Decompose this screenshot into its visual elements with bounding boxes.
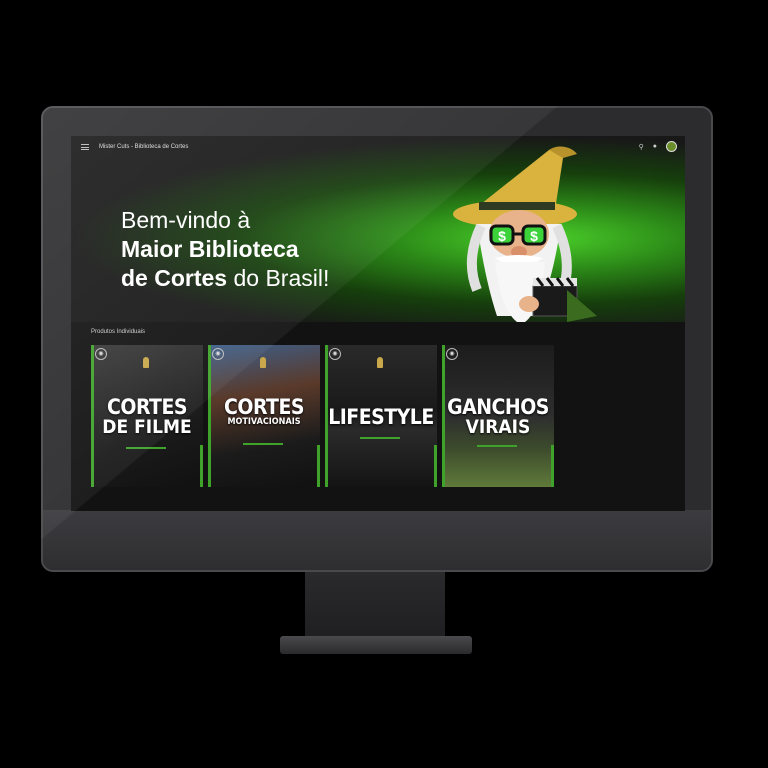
wizard-mini-icon	[143, 357, 149, 368]
wizard-mini-icon	[377, 357, 383, 368]
hero-banner: $ $ Bem-vindo à Maior Biblioteca de Cort…	[71, 136, 685, 322]
app-title: Mister Cuts - Biblioteca de Cortes	[99, 144, 189, 150]
hero-line-1: Bem-vindo à	[121, 207, 251, 233]
hero-line-3-rest: do Brasil!	[227, 265, 330, 291]
card-underline	[126, 447, 166, 449]
hero-line-2: Maior Biblioteca	[121, 235, 329, 264]
card-title-main: CORTES	[224, 395, 304, 419]
svg-text:$: $	[530, 228, 538, 244]
app-screen: $ $ Bem-vindo à Maior Biblioteca de Cort…	[71, 136, 685, 511]
card-accent-right	[200, 445, 203, 487]
product-cards: ◉ CORTES DE FILME ◉ CORTES MOTIVACIONAIS…	[91, 345, 554, 487]
card-title: LIFESTYLE	[325, 405, 437, 429]
monitor-stand-neck	[305, 572, 445, 640]
lock-icon: ◉	[212, 348, 224, 360]
monitor-chin	[43, 510, 711, 570]
products-section: Produtos Individuais ◉ CORTES DE FILME ◉…	[71, 322, 685, 511]
top-icons: ⚲ ●	[639, 141, 677, 152]
card-accent-right	[434, 445, 437, 487]
product-card-cortes-motivacionais[interactable]: ◉ CORTES MOTIVACIONAIS	[208, 345, 320, 487]
bell-icon[interactable]: ●	[653, 143, 657, 150]
hero-heading: Bem-vindo à Maior Biblioteca de Cortes d…	[121, 206, 329, 293]
monitor-stand-base	[280, 636, 472, 654]
avatar[interactable]	[666, 141, 677, 152]
svg-text:$: $	[498, 228, 506, 244]
menu-icon[interactable]	[81, 144, 89, 150]
card-title: CORTES MOTIVACIONAIS	[208, 397, 320, 428]
wizard-mascot-illustration: $ $	[453, 146, 597, 322]
section-label: Produtos Individuais	[91, 329, 146, 335]
card-accent-right	[317, 445, 320, 487]
hero-line-3: de Cortes do Brasil!	[121, 264, 329, 293]
search-icon[interactable]: ⚲	[639, 143, 644, 151]
product-card-lifestyle[interactable]: ◉ LIFESTYLE	[325, 345, 437, 487]
hero-line-3-bold: de Cortes	[121, 265, 228, 291]
card-title: GANCHOS VIRAIS	[442, 397, 554, 438]
top-bar: Mister Cuts - Biblioteca de Cortes ⚲ ●	[71, 136, 685, 158]
card-title-sub: VIRAIS	[465, 416, 531, 438]
card-underline	[243, 443, 283, 445]
lock-icon: ◉	[329, 348, 341, 360]
wizard-mini-icon	[260, 357, 266, 368]
card-accent-right	[551, 445, 554, 487]
card-title-sub: DE FILME	[102, 416, 192, 438]
monitor-frame: $ $ Bem-vindo à Maior Biblioteca de Cort…	[41, 106, 713, 572]
lock-icon: ◉	[95, 348, 107, 360]
hero-line-2-bold: Maior Biblioteca	[121, 236, 299, 262]
lock-icon: ◉	[446, 348, 458, 360]
card-title-main: LIFESTYLE	[328, 405, 434, 429]
product-card-ganchos-virais[interactable]: ◉ GANCHOS VIRAIS	[442, 345, 554, 487]
card-underline	[477, 445, 517, 447]
card-title: CORTES DE FILME	[91, 397, 203, 438]
card-underline	[360, 437, 400, 439]
product-card-cortes-de-filme[interactable]: ◉ CORTES DE FILME	[91, 345, 203, 487]
